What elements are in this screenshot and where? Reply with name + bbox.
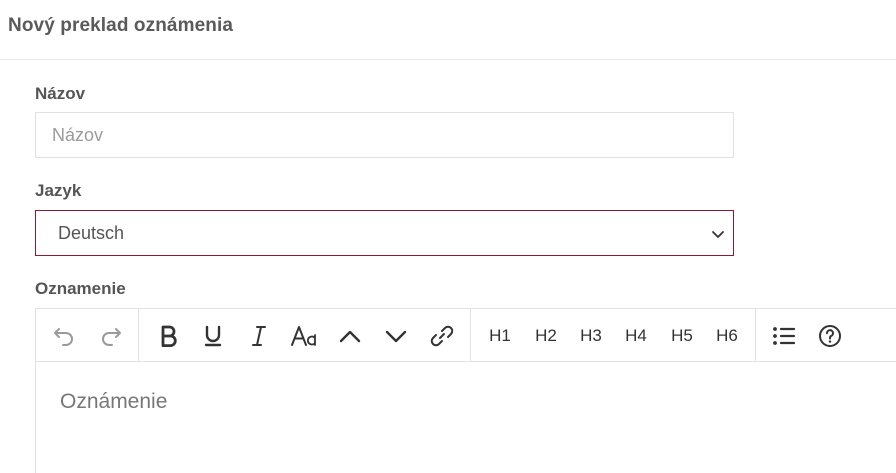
font-size-icon[interactable] [287,319,321,353]
heading-4-button[interactable]: H4 [619,319,653,353]
editor-placeholder: Oznámenie [60,390,168,413]
bold-icon[interactable] [151,319,185,353]
language-select[interactable]: Deutsch [35,210,734,256]
redo-icon[interactable] [94,319,128,353]
link-icon[interactable] [425,319,459,353]
undo-icon[interactable] [47,319,81,353]
language-select-value: Deutsch [58,223,125,243]
editor-toolbar: H1 H2 H3 H4 H5 H6 [36,309,896,362]
announcement-label: Oznamenie [35,279,126,298]
toolbar-separator [755,309,756,362]
heading-1-button[interactable]: H1 [483,319,517,353]
chevron-up-icon[interactable] [333,319,367,353]
heading-5-button[interactable]: H5 [665,319,699,353]
page-title: Nový preklad oznámenia [8,15,233,36]
page-header: Nový preklad oznámenia [0,0,896,60]
heading-6-button[interactable]: H6 [710,319,744,353]
editor-content-area[interactable]: Oznámenie [36,362,896,473]
bullet-list-icon[interactable] [767,319,801,353]
toolbar-separator [470,309,471,362]
underline-icon[interactable] [196,319,230,353]
toolbar-separator [138,309,139,362]
italic-icon[interactable] [242,319,276,353]
language-label: Jazyk [35,181,82,200]
chevron-down-icon [711,227,725,241]
chevron-down-icon[interactable] [379,319,413,353]
name-label: Názov [35,84,86,103]
name-input[interactable] [35,112,734,158]
rich-text-editor: H1 H2 H3 H4 H5 H6 Oznámenie [35,308,896,473]
heading-2-button[interactable]: H2 [529,319,563,353]
heading-3-button[interactable]: H3 [574,319,608,353]
help-icon[interactable] [813,319,847,353]
